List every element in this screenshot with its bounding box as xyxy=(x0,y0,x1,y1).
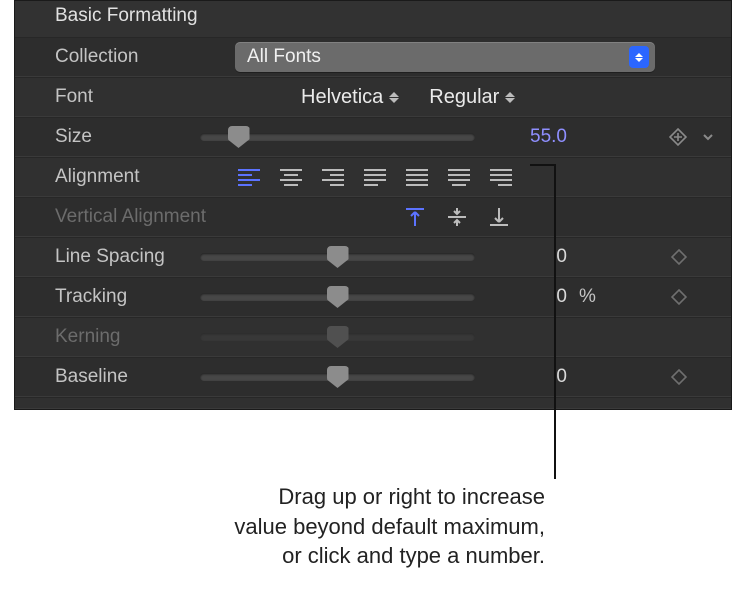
callout-line xyxy=(554,164,556,479)
collection-popup[interactable]: All Fonts xyxy=(235,42,655,72)
font-label: Font xyxy=(55,86,235,108)
valign-middle-icon[interactable] xyxy=(443,206,471,228)
kerning-row: Kerning xyxy=(15,317,731,357)
kerning-label: Kerning xyxy=(55,326,200,348)
vertical-alignment-label: Vertical Alignment xyxy=(55,206,235,228)
popup-arrows-icon xyxy=(629,46,649,68)
chevron-updown-icon xyxy=(505,92,515,103)
vertical-alignment-row: Vertical Alignment xyxy=(15,197,731,237)
slider-thumb-icon[interactable] xyxy=(228,126,250,148)
align-left-icon[interactable] xyxy=(235,166,263,188)
caption-line: Drag up or right to increase xyxy=(120,482,545,512)
tracking-unit: % xyxy=(579,286,615,308)
tracking-row: Tracking 0 % xyxy=(15,277,731,317)
size-slider[interactable] xyxy=(200,133,475,141)
justify-left-icon[interactable] xyxy=(361,166,389,188)
size-label: Size xyxy=(55,126,200,148)
alignment-label: Alignment xyxy=(55,166,235,188)
justify-full-icon[interactable] xyxy=(403,166,431,188)
section-title: Basic Formatting xyxy=(15,1,731,37)
valign-top-icon[interactable] xyxy=(401,206,429,228)
keyframe-add-icon[interactable] xyxy=(669,128,687,146)
slider-thumb-icon[interactable] xyxy=(327,286,349,308)
disclosure-chevron-icon[interactable] xyxy=(699,130,717,144)
font-family-dropdown[interactable]: Helvetica xyxy=(301,86,399,109)
line-spacing-label: Line Spacing xyxy=(55,246,200,268)
font-family-value: Helvetica xyxy=(301,86,383,109)
size-row: Size 55.0 xyxy=(15,117,731,157)
align-center-icon[interactable] xyxy=(277,166,305,188)
panel-footer-spacer xyxy=(15,397,731,409)
basic-formatting-panel: Basic Formatting Collection All Fonts Fo… xyxy=(14,0,732,410)
alignment-row: Alignment xyxy=(15,157,731,197)
font-style-value: Regular xyxy=(429,86,499,109)
collection-label: Collection xyxy=(55,46,235,68)
size-value-field[interactable]: 55.0 xyxy=(487,126,567,148)
keyframe-icon[interactable] xyxy=(671,289,687,305)
align-right-icon[interactable] xyxy=(319,166,347,188)
baseline-slider[interactable] xyxy=(200,373,475,381)
justify-center-icon[interactable] xyxy=(445,166,473,188)
baseline-label: Baseline xyxy=(55,366,200,388)
slider-thumb-icon[interactable] xyxy=(327,246,349,268)
tracking-label: Tracking xyxy=(55,286,200,308)
keyframe-icon[interactable] xyxy=(671,249,687,265)
keyframe-icon[interactable] xyxy=(671,369,687,385)
chevron-updown-icon xyxy=(389,92,399,103)
collection-row: Collection All Fonts xyxy=(15,37,731,77)
valign-bottom-icon[interactable] xyxy=(485,206,513,228)
font-style-dropdown[interactable]: Regular xyxy=(429,86,515,109)
collection-value: All Fonts xyxy=(247,46,321,68)
line-spacing-slider[interactable] xyxy=(200,253,475,261)
baseline-row: Baseline 0 xyxy=(15,357,731,397)
caption-line: or click and type a number. xyxy=(120,541,545,571)
font-row: Font Helvetica Regular xyxy=(15,77,731,117)
caption-line: value beyond default maximum, xyxy=(120,512,545,542)
slider-thumb-icon[interactable] xyxy=(327,366,349,388)
justify-right-icon[interactable] xyxy=(487,166,515,188)
caption-text: Drag up or right to increase value beyon… xyxy=(120,482,545,571)
line-spacing-row: Line Spacing 0 xyxy=(15,237,731,277)
tracking-slider[interactable] xyxy=(200,293,475,301)
slider-thumb-icon xyxy=(327,326,349,348)
kerning-slider xyxy=(200,333,475,341)
